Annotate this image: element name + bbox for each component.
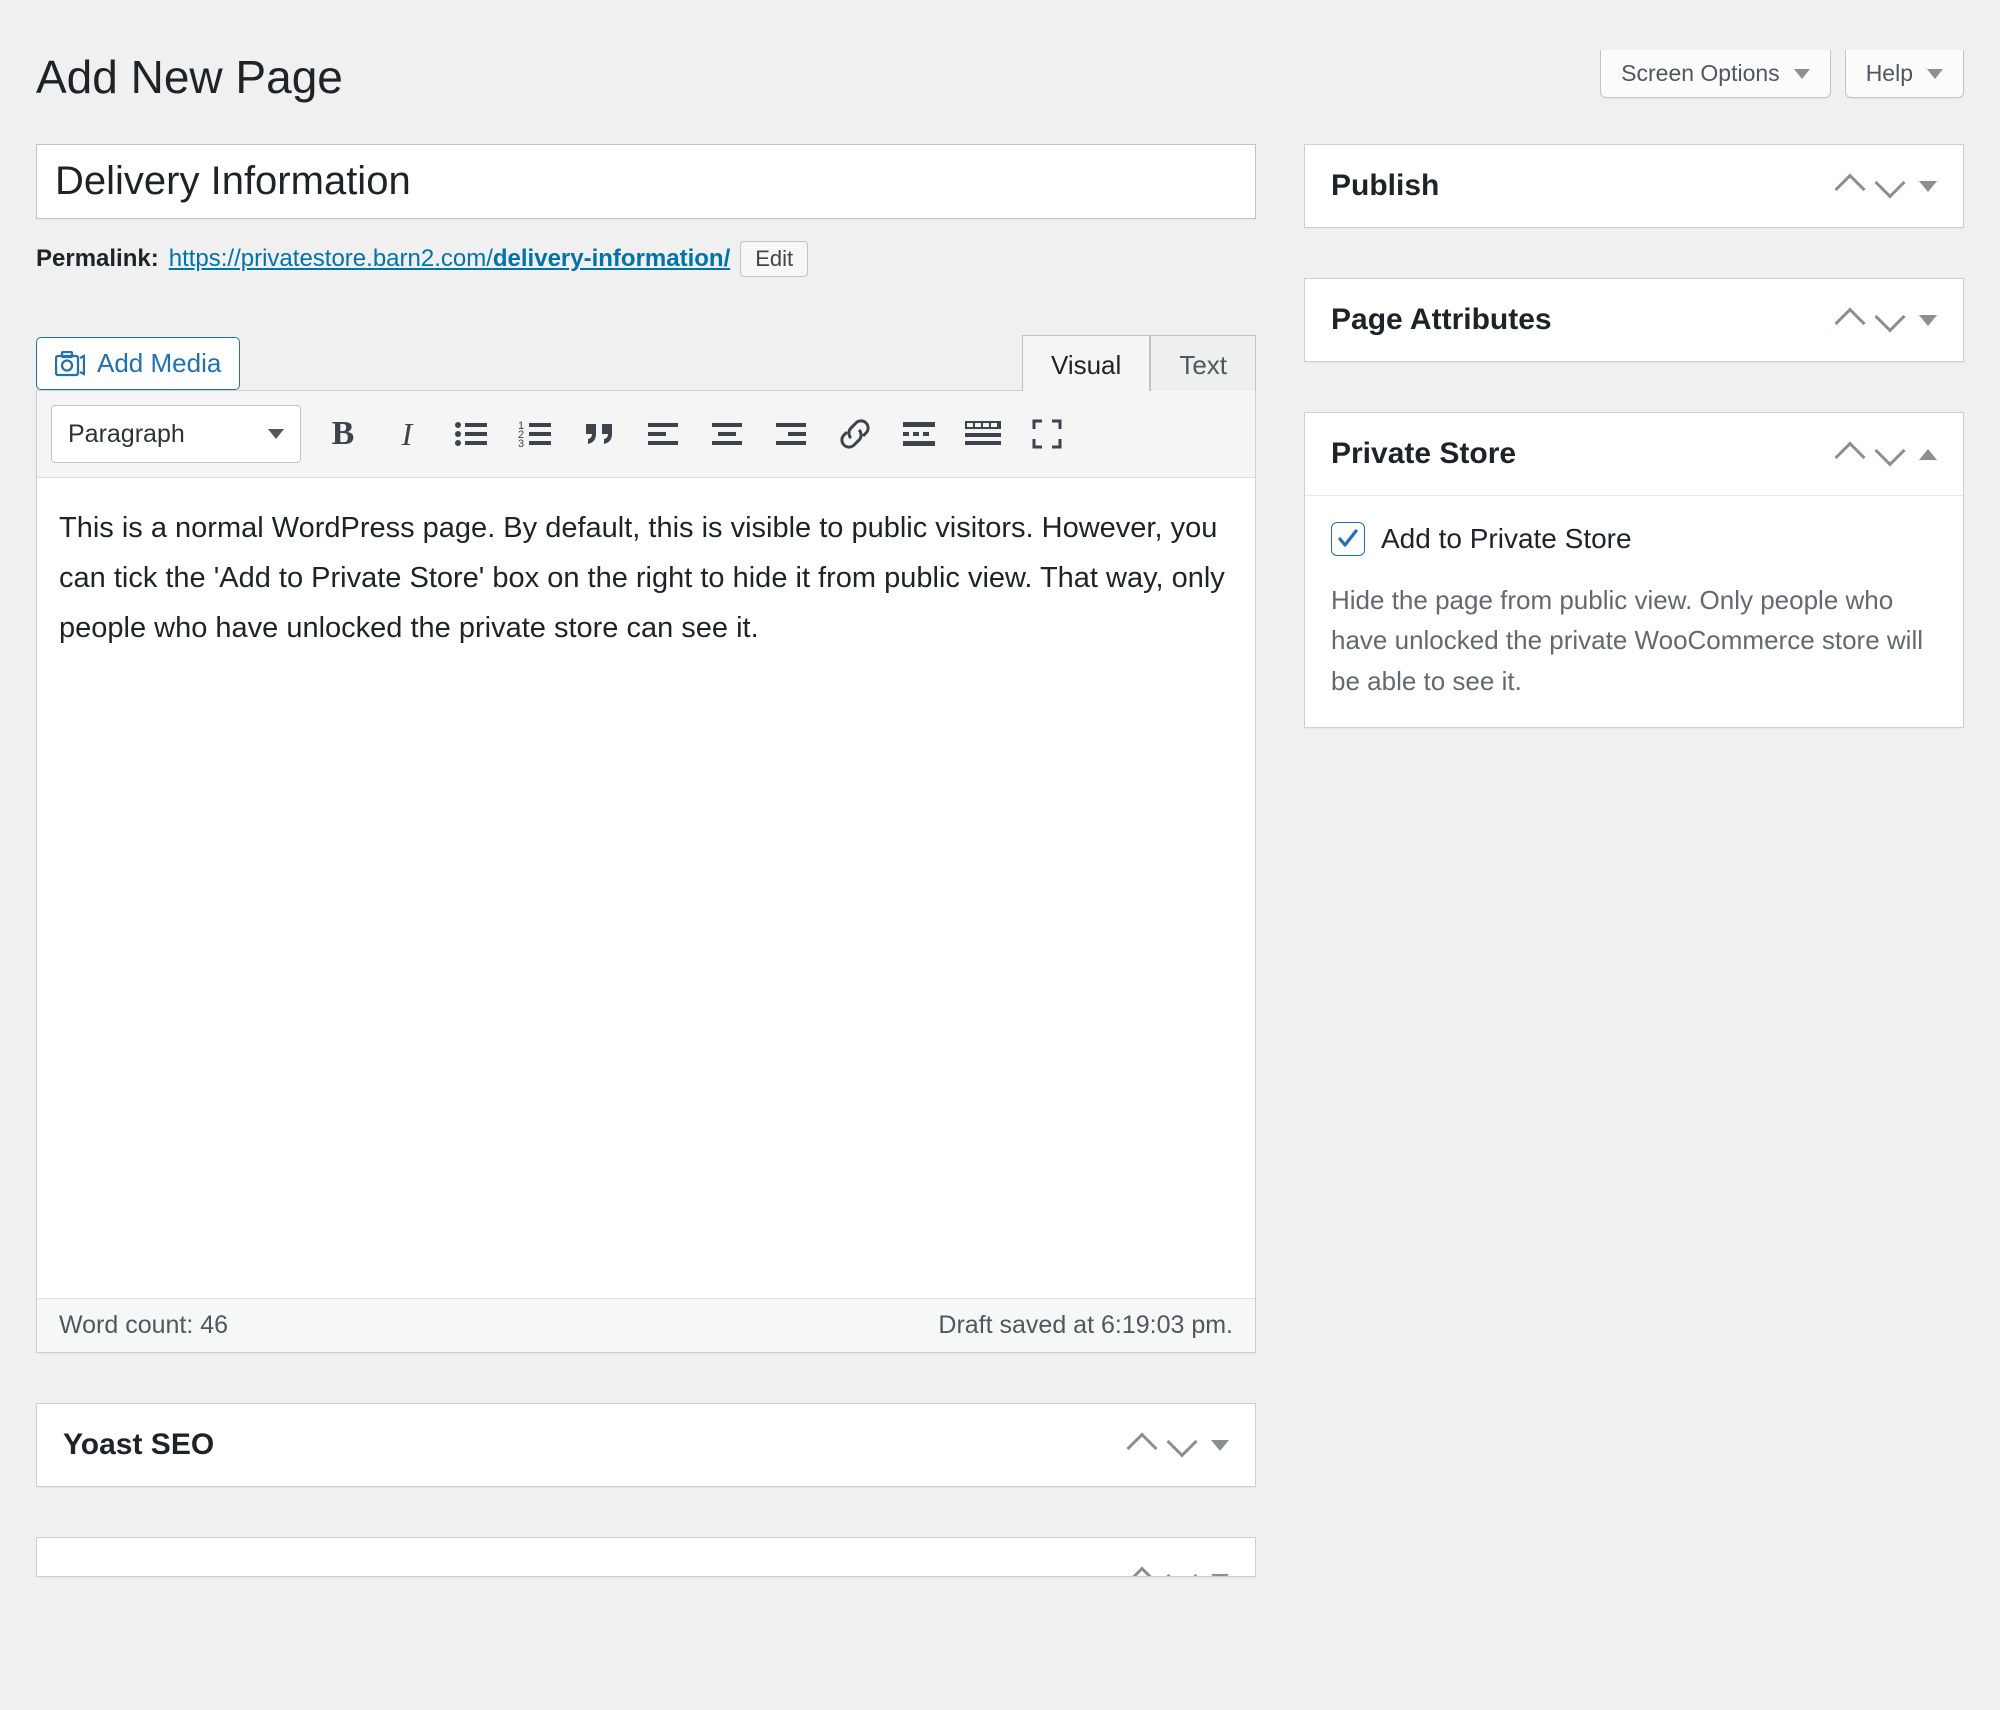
caret-down-icon[interactable] [1211,1574,1229,1578]
help-button[interactable]: Help [1845,50,1964,98]
align-center-icon[interactable] [705,412,749,456]
caret-down-icon[interactable] [1211,1440,1229,1451]
chevron-up-icon[interactable] [1126,1432,1157,1463]
metabox-publish: Publish [1304,144,1964,228]
editor-toolbar: Paragraph B I 123 [37,391,1255,478]
metabox-page-attributes: Page Attributes [1304,278,1964,362]
chevron-down-icon[interactable] [1874,435,1905,466]
metabox-yoast-toggle[interactable]: Yoast SEO [37,1404,1255,1486]
block-format-select[interactable]: Paragraph [51,405,301,463]
permalink-edit-button[interactable]: Edit [740,241,808,277]
chevron-down-icon[interactable] [1166,1560,1197,1577]
fullscreen-icon[interactable] [1025,412,1069,456]
metabox-page-attributes-toggle[interactable]: Page Attributes [1305,279,1963,361]
link-icon[interactable] [833,412,877,456]
metabox-private-store-toggle[interactable]: Private Store [1305,413,1963,495]
editor-statusbar: Word count: 46 Draft saved at 6:19:03 pm… [37,1298,1255,1352]
metabox-publish-toggle[interactable]: Publish [1305,145,1963,227]
italic-icon[interactable]: I [385,412,429,456]
add-to-private-store-label[interactable]: Add to Private Store [1381,523,1632,555]
chevron-up-icon[interactable] [1834,307,1865,338]
add-media-label: Add Media [97,348,221,379]
metabox-yoast: Yoast SEO [36,1403,1256,1487]
tab-visual[interactable]: Visual [1022,335,1150,391]
metabox-partial-toggle[interactable] [37,1538,1255,1577]
numbered-list-icon[interactable]: 123 [513,412,557,456]
screen-options-label: Screen Options [1621,60,1780,87]
chevron-down-icon[interactable] [1166,1426,1197,1457]
camera-icon [55,351,85,377]
screen-options-button[interactable]: Screen Options [1600,50,1831,98]
caret-down-icon[interactable] [1919,181,1937,192]
chevron-down-icon[interactable] [1874,301,1905,332]
private-store-body: Add to Private Store Hide the page from … [1305,495,1963,727]
caret-down-icon [1794,69,1810,79]
caret-up-icon[interactable] [1919,449,1937,460]
editor-body[interactable]: This is a normal WordPress page. By defa… [37,478,1255,1298]
autosave-status: Draft saved at 6:19:03 pm. [938,1311,1233,1340]
chevron-up-icon[interactable] [1834,441,1865,472]
post-title-input[interactable] [36,144,1256,219]
permalink-link[interactable]: https://privatestore.barn2.com/delivery-… [169,245,731,273]
blockquote-icon[interactable] [577,412,621,456]
private-store-description: Hide the page from public view. Only peo… [1331,580,1937,701]
word-count: Word count: 46 [59,1311,228,1340]
help-label: Help [1866,60,1913,87]
add-media-button[interactable]: Add Media [36,337,240,390]
caret-down-icon [1927,69,1943,79]
permalink-row: Permalink: https://privatestore.barn2.co… [36,241,1256,277]
metabox-partial [36,1537,1256,1577]
editor-tabs: Visual Text [1022,335,1256,391]
caret-down-icon [268,429,284,439]
bold-icon[interactable]: B [321,412,365,456]
add-to-private-store-checkbox[interactable] [1331,522,1365,556]
caret-down-icon[interactable] [1919,315,1937,326]
chevron-down-icon[interactable] [1874,167,1905,198]
align-right-icon[interactable] [769,412,813,456]
editor: Paragraph B I 123 [36,390,1256,1353]
bulleted-list-icon[interactable] [449,412,493,456]
svg-text:3: 3 [518,438,524,449]
metabox-private-store: Private Store Add to Private Store H [1304,412,1964,728]
chevron-up-icon[interactable] [1834,173,1865,204]
toolbar-toggle-icon[interactable] [961,412,1005,456]
tab-text[interactable]: Text [1150,335,1256,391]
read-more-icon[interactable] [897,412,941,456]
chevron-up-icon[interactable] [1126,1566,1157,1577]
permalink-label: Permalink: [36,245,159,273]
align-left-icon[interactable] [641,412,685,456]
